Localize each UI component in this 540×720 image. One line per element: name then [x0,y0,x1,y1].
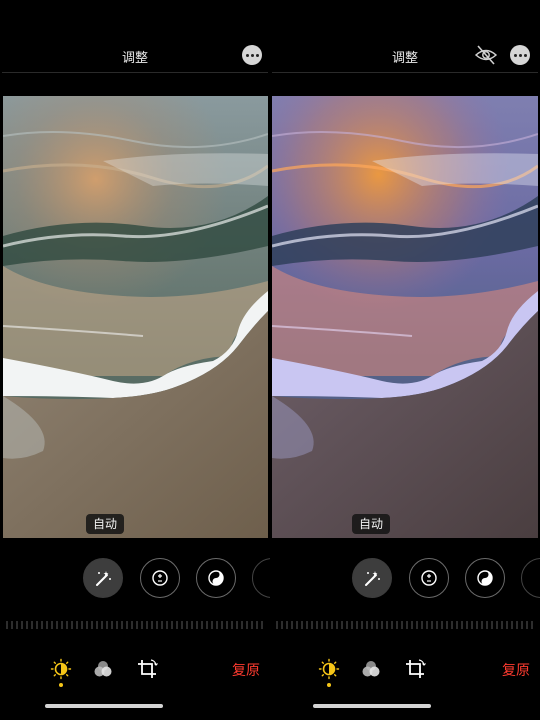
more-icon[interactable] [242,45,262,65]
adjustment-ruler[interactable] [276,618,534,630]
page-title: 调整 [121,51,148,66]
filters-icon[interactable] [91,657,115,681]
adjust-icon[interactable] [49,657,73,681]
page-title: 调整 [391,51,418,66]
top-bar: 调整 [0,0,270,73]
crop-icon[interactable] [403,657,427,681]
bottom-tab-bar: 复原 [0,652,270,687]
more-icon[interactable] [510,45,530,65]
exposure-icon[interactable] [140,558,180,598]
auto-badge: 自动 [352,514,391,534]
divider [272,72,538,73]
auto-badge: 自动 [86,514,125,534]
top-bar: 调整 [270,0,540,73]
right-editor-pane: 调整 自动 复原 [270,0,540,720]
contrast-icon[interactable] [465,558,505,598]
revert-button[interactable]: 复原 [232,660,260,680]
home-indicator[interactable] [45,704,163,708]
adjustment-ruler[interactable] [6,618,264,630]
eye-slash-icon[interactable] [474,44,498,66]
revert-button[interactable]: 复原 [502,660,530,680]
photo-preview[interactable] [3,96,268,538]
divider [2,72,268,73]
beach-photo-enhanced [272,96,538,538]
contrast-icon[interactable] [196,558,236,598]
adjust-tools [0,558,270,598]
crop-icon[interactable] [135,657,159,681]
adjust-tools [270,558,540,598]
next-tool-partial[interactable] [521,558,540,598]
filters-icon[interactable] [359,657,383,681]
magic-wand-icon[interactable] [352,558,392,598]
exposure-icon[interactable] [409,558,449,598]
magic-wand-icon[interactable] [83,558,123,598]
beach-photo [3,96,268,538]
home-indicator[interactable] [313,704,431,708]
adjust-icon[interactable] [317,657,341,681]
photo-preview[interactable] [272,96,538,538]
next-tool-partial[interactable] [252,558,270,598]
active-tab-indicator [327,683,331,687]
left-editor-pane: 调整 自动 复原 [0,0,270,720]
active-tab-indicator [59,683,63,687]
bottom-tab-bar: 复原 [270,652,540,687]
